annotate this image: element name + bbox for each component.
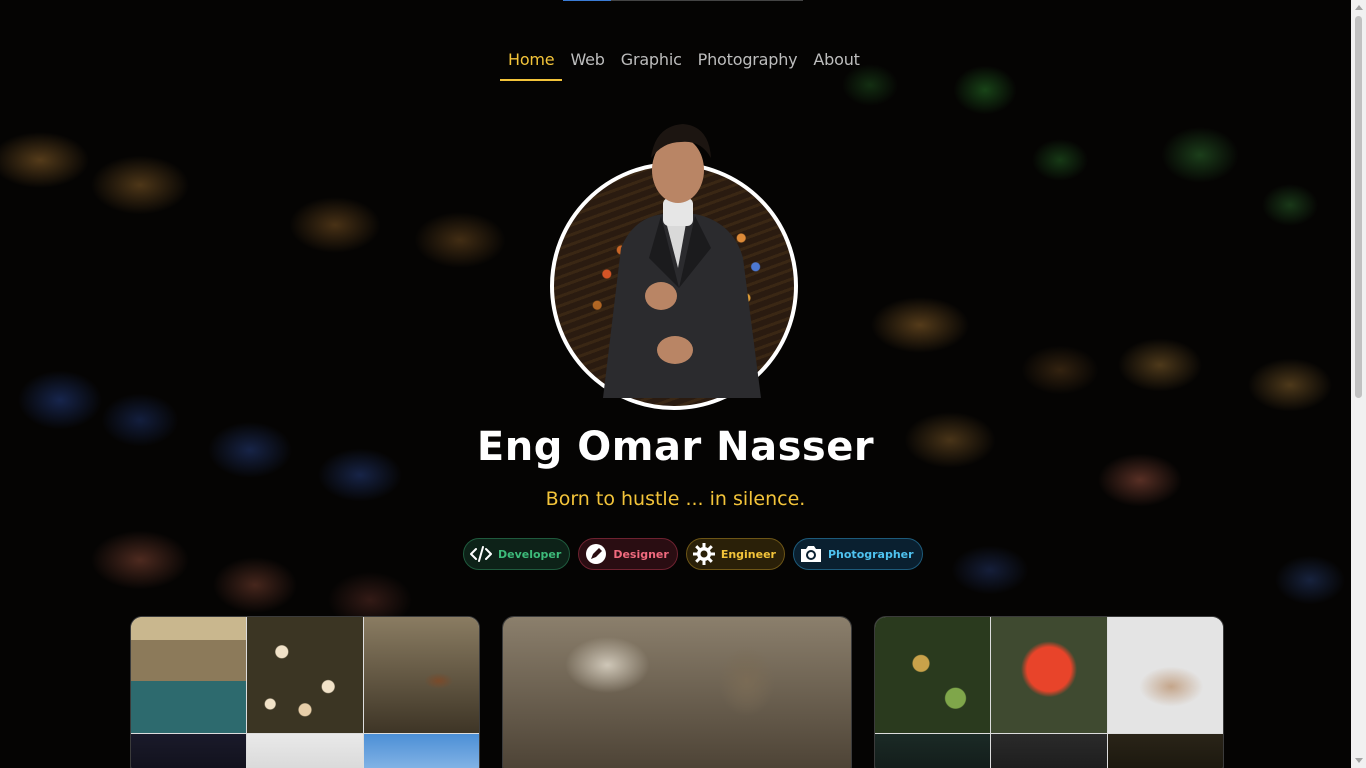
main-nav: Home Web Graphic Photography About	[500, 46, 868, 81]
gear-icon	[692, 542, 716, 566]
thumb-trees	[1107, 734, 1223, 768]
thumb-leaves	[875, 617, 991, 733]
badge-label: Developer	[498, 547, 562, 561]
scroll-down-arrow-icon[interactable]	[1355, 758, 1363, 763]
nav-item-home[interactable]: Home	[500, 46, 563, 81]
nav-item-photography[interactable]: Photography	[690, 46, 806, 81]
badge-designer[interactable]: Designer	[578, 538, 678, 570]
thumb-portrait-camera	[247, 734, 363, 768]
thumb-mosque	[131, 734, 247, 768]
photo-card-2[interactable]	[502, 616, 852, 768]
nav-item-about[interactable]: About	[805, 46, 867, 81]
top-progress-fill	[563, 0, 611, 1]
profile-portrait	[603, 124, 761, 398]
thumb-cat-snow	[1107, 617, 1223, 733]
thumb-sky	[363, 734, 479, 768]
thumb-portrait	[991, 734, 1107, 768]
nav-item-web[interactable]: Web	[562, 46, 612, 81]
page: Home Web Graphic Photography About Eng O…	[0, 0, 1351, 768]
page-scrollbar[interactable]	[1351, 0, 1366, 768]
scrollbar-thumb[interactable]	[1355, 16, 1362, 398]
profile-tagline: Born to hustle ... in silence.	[545, 488, 806, 510]
code-icon	[469, 542, 493, 566]
thumb-snail	[363, 617, 479, 733]
camera-icon	[799, 542, 823, 566]
badge-photographer[interactable]: Photographer	[792, 538, 923, 570]
thumb-flowers	[247, 617, 363, 733]
badge-engineer[interactable]: Engineer	[685, 538, 785, 570]
badge-label: Photographer	[827, 547, 914, 561]
nav-item-graphic[interactable]: Graphic	[613, 46, 690, 81]
badge-developer[interactable]: Developer	[463, 538, 571, 570]
profile-name: Eng Omar Nasser	[476, 424, 875, 470]
photo-card-3[interactable]	[874, 616, 1224, 768]
scroll-up-arrow-icon[interactable]	[1355, 5, 1363, 10]
top-progress-strip	[563, 0, 803, 1]
thumb-city-river	[131, 617, 247, 733]
badge-label: Designer	[613, 547, 669, 561]
thumb-forest	[875, 734, 991, 768]
photo-card-1[interactable]	[130, 616, 480, 768]
thumb-red-flower	[991, 617, 1107, 733]
role-badges: Developer Designer Engineer Photographer	[463, 538, 923, 570]
badge-label: Engineer	[720, 547, 776, 561]
thumb-workshop-interior	[503, 617, 851, 768]
pen-icon	[584, 542, 608, 566]
